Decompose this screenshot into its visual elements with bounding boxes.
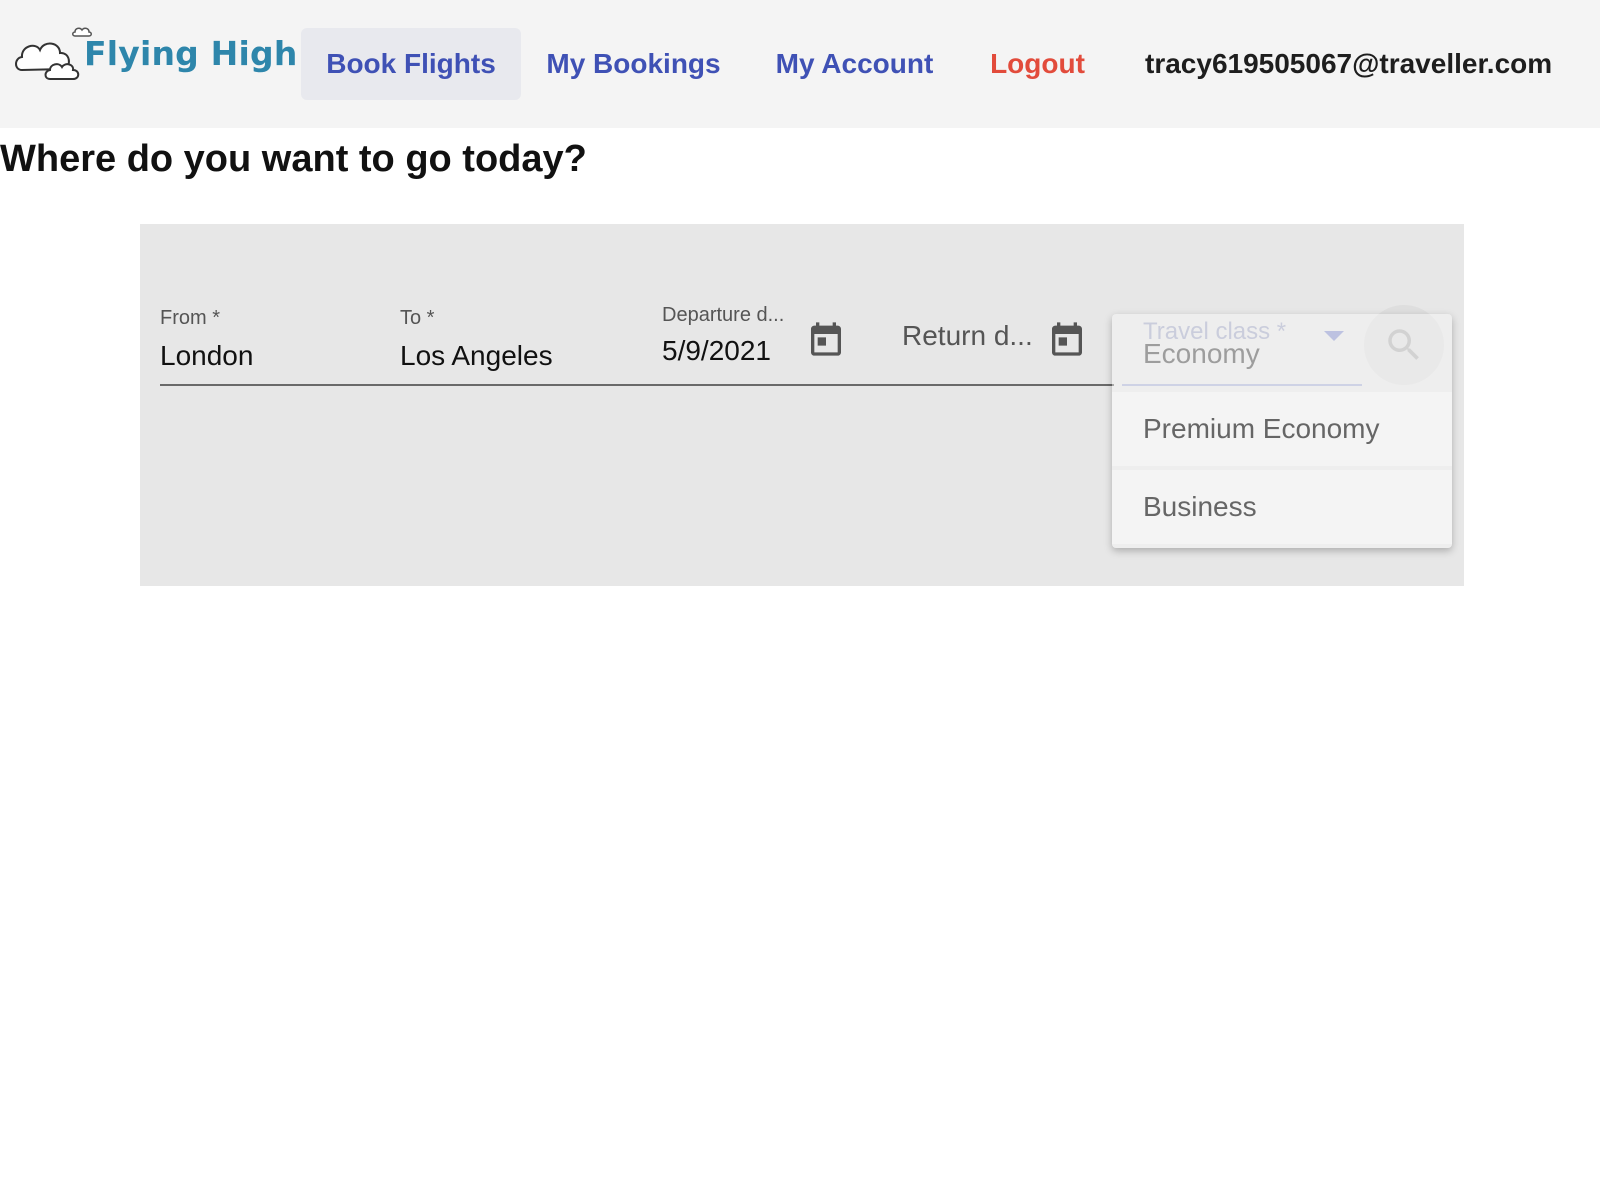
fields-underline (160, 384, 1114, 386)
nav-logout[interactable]: Logout (980, 28, 1095, 100)
departure-date-value[interactable]: 5/9/2021 (662, 335, 792, 367)
from-field[interactable]: From * London (160, 307, 370, 372)
departure-calendar-icon[interactable] (806, 318, 846, 360)
departure-date-field[interactable]: Departure d... 5/9/2021 (662, 304, 792, 367)
to-label: To * (400, 307, 435, 329)
to-field[interactable]: To * Los Angeles (400, 307, 630, 372)
cloud-logo-icon (15, 27, 92, 80)
nav-book-flights[interactable]: Book Flights (301, 28, 521, 100)
brand-logo[interactable]: Flying High (12, 22, 297, 84)
departure-date-label: Departure d... (662, 304, 785, 326)
nav-my-account[interactable]: My Account (762, 28, 947, 100)
user-email: tracy619505067@traveller.com (1145, 48, 1553, 79)
top-navigation-bar: Flying High Book Flights My Bookings My … (0, 0, 1600, 128)
travel-class-dropdown: Premium Economy Business (1112, 314, 1452, 548)
to-value[interactable]: Los Angeles (400, 340, 630, 372)
return-date-field[interactable]: Return d... (902, 320, 1033, 352)
return-calendar-icon[interactable] (1047, 318, 1087, 360)
option-premium-economy[interactable]: Premium Economy (1112, 392, 1452, 466)
page-title: Where do you want to go today? (0, 138, 587, 180)
from-label: From * (160, 307, 220, 329)
option-business[interactable]: Business (1112, 470, 1452, 544)
brand-name: Flying High (84, 34, 298, 73)
from-value[interactable]: London (160, 340, 370, 372)
nav-my-bookings[interactable]: My Bookings (541, 28, 726, 100)
